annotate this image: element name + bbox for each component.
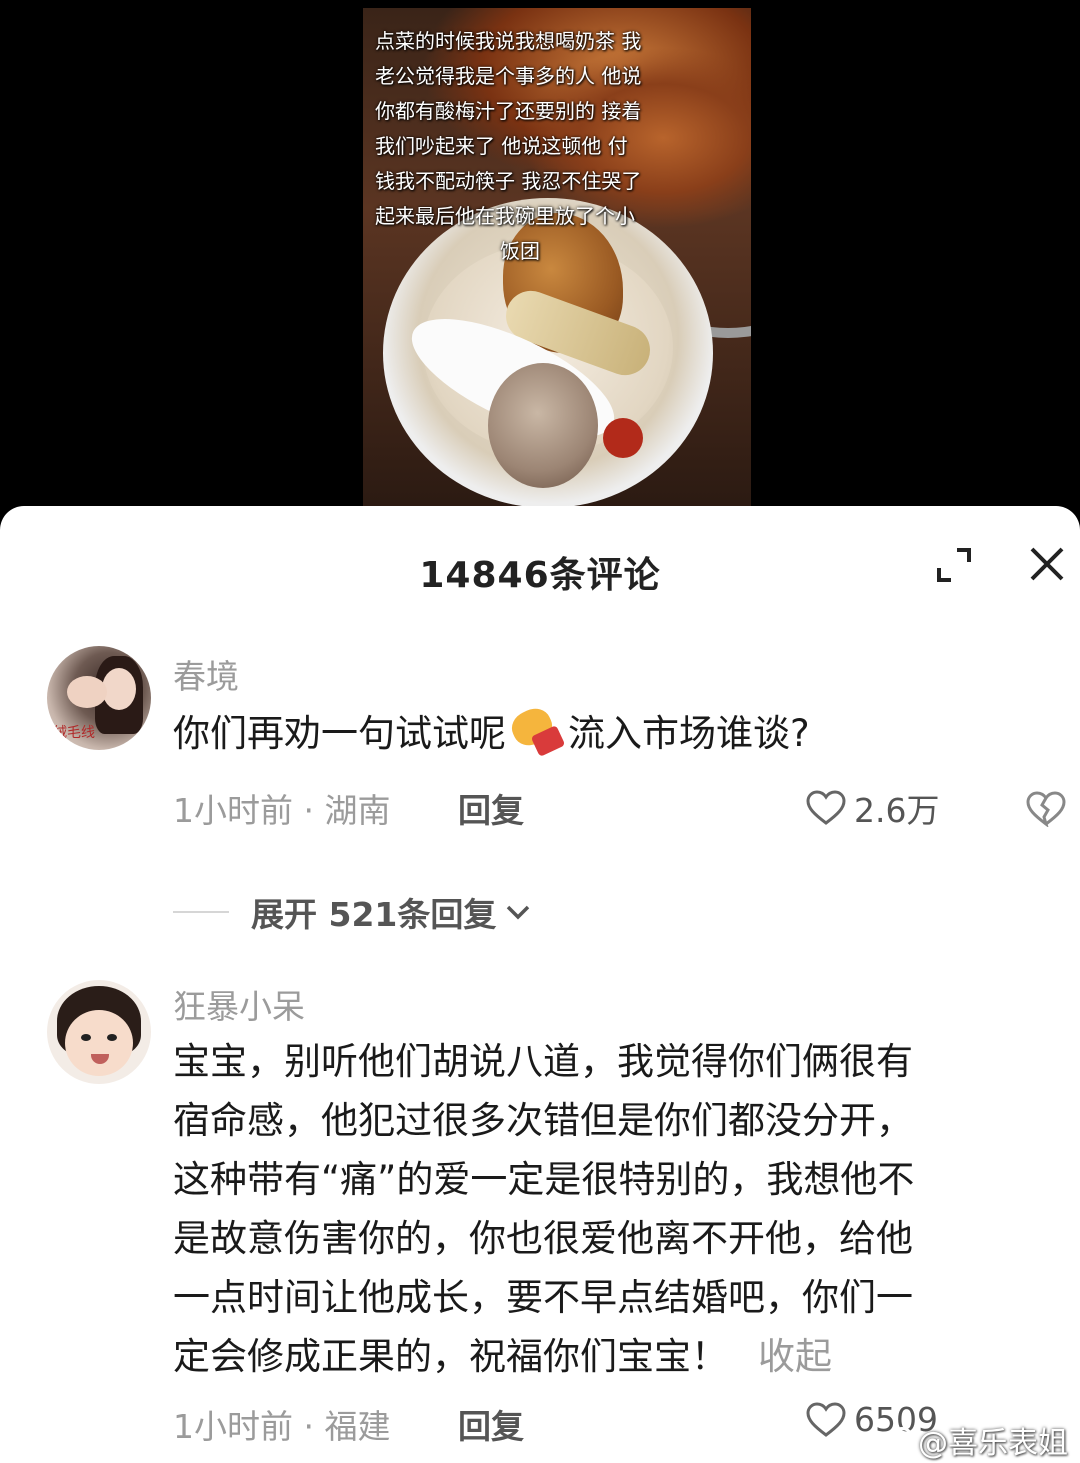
caption-line: 起来最后他在我碗里放了个小 <box>375 204 635 228</box>
reply-button[interactable]: 回复 <box>458 1400 524 1448</box>
video-caption: 点菜的时候我说我想喝奶茶 我 老公觉得我是个事多的人 他说 你都有酸梅汁了还要别… <box>375 24 675 269</box>
comment-username[interactable]: 春境 <box>173 650 239 698</box>
collapse-button[interactable]: 收起 <box>758 1335 832 1378</box>
comment-meta: 1小时前 · 湖南 <box>173 791 391 830</box>
comment-line: 一点时间让他成长，要不早点结婚吧，你们一 <box>173 1276 913 1319</box>
expand-replies-label: 展开 521条回复 <box>251 895 497 934</box>
comment-line: 宝宝，别听他们胡说八道，我觉得你们俩很有 <box>173 1040 913 1083</box>
video-area[interactable]: 点菜的时候我说我想喝奶茶 我 老公觉得我是个事多的人 他说 你都有酸梅汁了还要别… <box>0 0 1080 530</box>
caption-line: 点菜的时候我说我想喝奶茶 我 <box>375 29 642 53</box>
rice-ball <box>488 363 598 488</box>
caption-line: 钱我不配动筷子 我忍不住哭了 <box>375 169 642 193</box>
comment-meta: 1小时前 · 福建 <box>173 1407 391 1446</box>
avatar[interactable] <box>47 980 151 1084</box>
avatar[interactable]: 绒毛线 <box>47 646 151 750</box>
watermark-text: @喜乐表姐 <box>918 1426 1068 1461</box>
like-count: 2.6万 <box>854 791 940 830</box>
avatar-caption: 绒毛线 <box>53 725 95 741</box>
close-icon[interactable] <box>1027 544 1067 584</box>
comment-text: 你们再劝一句试试呢 流入市场谁谈? <box>173 703 1043 763</box>
expand-replies-button[interactable]: 展开 521条回复 <box>173 888 532 936</box>
comment-text-part: 流入市场谁谈? <box>568 712 810 755</box>
heart-icon <box>806 1401 846 1437</box>
caption-line: 饭团 <box>500 239 540 263</box>
comments-count-title: 14846条评论 <box>419 555 661 596</box>
comment-username[interactable]: 狂暴小呆 <box>173 980 305 1028</box>
comment-line: 定会修成正果的，祝福你们宝宝！ <box>173 1335 728 1378</box>
caption-line: 我们吵起来了 他说这顿他 付 <box>375 134 628 158</box>
comment-text-part: 你们再劝一句试试呢 <box>173 712 506 755</box>
reply-button[interactable]: 回复 <box>458 784 524 832</box>
watermark: @喜乐表姐 <box>870 1418 1068 1462</box>
caption-line: 你都有酸梅汁了还要别的 接着 <box>375 99 642 123</box>
comment-line: 是故意伤害你的，你也很爱他离不开他，给他 <box>173 1217 913 1260</box>
comment-line: 这种带有“痛”的爱一定是很特别的，我想他不 <box>173 1158 915 1201</box>
broken-heart-icon[interactable] <box>1026 791 1066 827</box>
divider-line <box>173 911 229 913</box>
caption-line: 老公觉得我是个事多的人 他说 <box>375 64 642 88</box>
expand-icon[interactable] <box>935 546 973 584</box>
chili <box>603 418 643 458</box>
video-thumbnail[interactable]: 点菜的时候我说我想喝奶茶 我 老公觉得我是个事多的人 他说 你都有酸梅汁了还要别… <box>363 8 751 508</box>
heart-icon <box>806 790 846 825</box>
chevron-down-icon <box>507 905 530 920</box>
fist-emoji-icon <box>506 703 566 757</box>
comment-line: 宿命感，他犯过很多次错但是你们都没分开， <box>173 1099 913 1142</box>
comment-text: 宝宝，别听他们胡说八道，我觉得你们俩很有 宿命感，他犯过很多次错但是你们都没分开… <box>173 1032 1043 1386</box>
weibo-logo-icon <box>870 1425 912 1457</box>
like-button[interactable]: 2.6万 <box>806 784 939 832</box>
comments-sheet: 14846条评论 绒毛线 春境 你们再劝一句试试呢 流入市场谁谈? 1小时前 · … <box>0 506 1080 1463</box>
